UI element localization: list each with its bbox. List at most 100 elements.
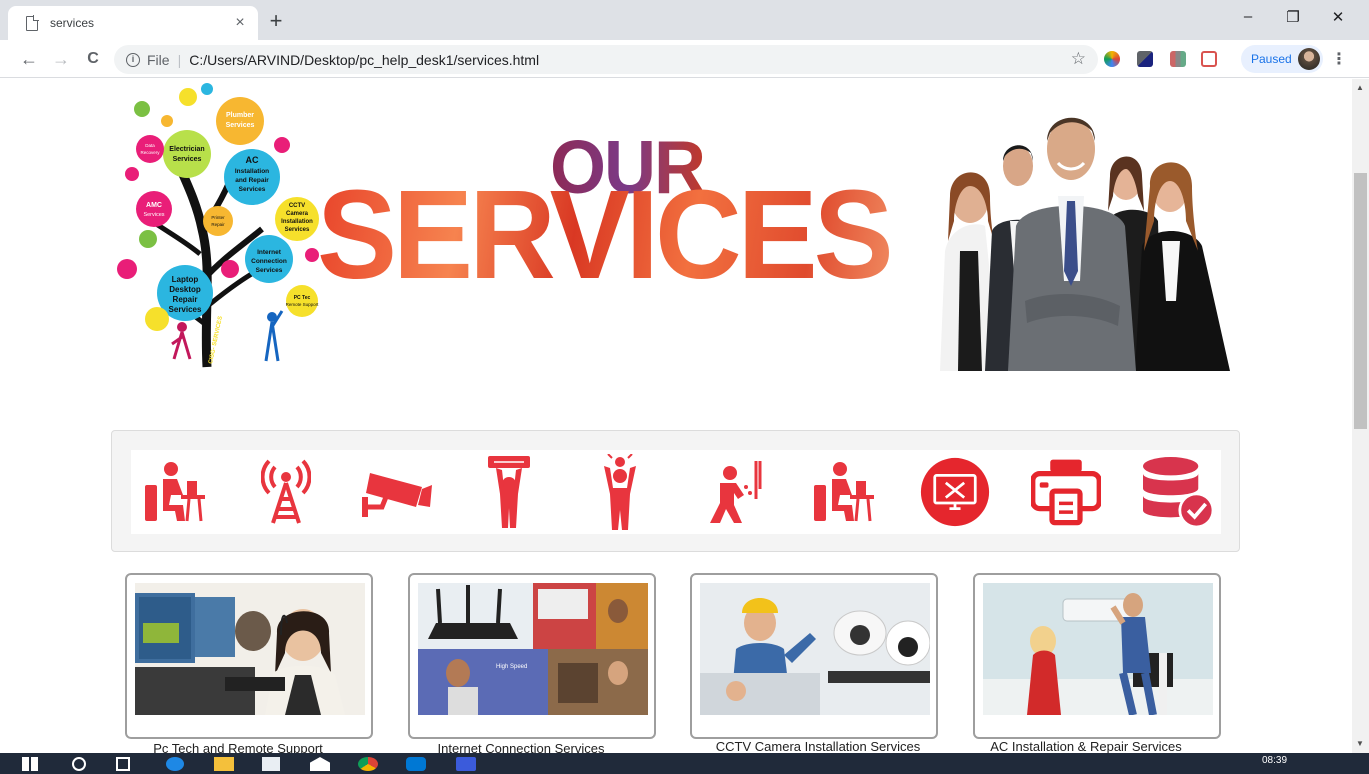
svg-text:Remote Support: Remote Support [286, 302, 320, 307]
desk-worker-icon[interactable] [808, 452, 878, 532]
task-view-icon[interactable] [116, 757, 130, 771]
svg-text:Services: Services [256, 267, 283, 274]
mail-icon[interactable] [310, 757, 330, 771]
card-label-pc-tech: Pc Tech and Remote Support [153, 741, 323, 753]
page-icon [26, 15, 39, 31]
svg-text:Services: Services [285, 227, 310, 233]
service-icon-strip [131, 450, 1221, 534]
scroll-up-icon[interactable]: ▲ [1356, 83, 1364, 92]
svg-text:Desktop: Desktop [169, 285, 201, 294]
svg-text:Services: Services [173, 156, 202, 163]
service-icon-panel [111, 430, 1240, 552]
info-icon[interactable]: i [126, 52, 140, 67]
database-check-icon[interactable] [1142, 452, 1213, 532]
forward-button[interactable]: → [50, 48, 72, 70]
svg-text:Recovery: Recovery [140, 150, 160, 155]
profile-status: Paused [1251, 52, 1292, 66]
extension-eyedropper-icon[interactable] [1137, 51, 1153, 67]
card-label-internet: Internet Connection Services [437, 741, 605, 753]
avatar [1298, 48, 1320, 70]
card-label-ac: AC Installation & Repair Services [990, 739, 1182, 753]
electrician-icon[interactable] [585, 452, 655, 532]
svg-text:Installation: Installation [235, 168, 269, 175]
menu-icon[interactable]: ⋮ [1331, 49, 1347, 69]
profile-button[interactable]: Paused [1241, 45, 1323, 73]
scroll-down-icon[interactable]: ▼ [1356, 739, 1364, 748]
address-bar[interactable]: i File | C:/Users/ARVIND/Desktop/pc_help… [114, 45, 1098, 74]
antenna-tower-icon[interactable] [251, 452, 321, 532]
skype-icon[interactable] [406, 757, 426, 771]
tab-bar: services × + – ❐ ✕ [0, 0, 1369, 40]
svg-text:Services: Services [169, 305, 202, 314]
minimize-button[interactable]: – [1236, 8, 1260, 25]
svg-text:Laptop: Laptop [172, 275, 199, 284]
search-icon[interactable] [72, 757, 86, 771]
svg-text:Installation: Installation [281, 219, 313, 225]
svg-text:Printer: Printer [211, 215, 225, 220]
desk-worker-icon[interactable] [139, 452, 209, 532]
business-team-photo [940, 117, 1230, 371]
svg-text:Connection: Connection [251, 258, 287, 265]
svg-text:CCTV: CCTV [289, 203, 305, 209]
omnibox-separator: | [177, 51, 182, 68]
svg-text:Electrician: Electrician [169, 146, 204, 153]
svg-text:Plumber: Plumber [226, 112, 254, 119]
card-ac[interactable] [973, 573, 1221, 739]
edge-icon[interactable] [166, 757, 184, 771]
page-scrollbar[interactable]: ▲ ▼ [1352, 79, 1369, 753]
scheme-label: File [147, 51, 170, 68]
close-window-button[interactable]: ✕ [1326, 8, 1350, 26]
svg-text:Repair: Repair [211, 222, 225, 227]
svg-text:Internet: Internet [257, 249, 282, 256]
svg-text:Services: Services [226, 122, 255, 129]
app-icon[interactable] [456, 757, 476, 771]
plumber-icon[interactable] [697, 452, 767, 532]
printer-icon[interactable] [1031, 452, 1102, 532]
extension-calendar-icon[interactable] [1201, 51, 1217, 67]
url-text[interactable]: C:/Users/ARVIND/Desktop/pc_help_desk1/se… [189, 52, 539, 68]
card-image-pc-tech [135, 583, 365, 715]
svg-text:and Repair: and Repair [235, 177, 269, 184]
taskbar-clock[interactable]: 08:39 [1262, 755, 1287, 766]
extension-color-icon[interactable] [1104, 51, 1120, 67]
restore-button[interactable]: ❐ [1281, 8, 1305, 26]
svg-text:AC: AC [246, 155, 259, 165]
tab-close-icon[interactable]: × [232, 14, 248, 32]
card-image-internet: High Speed [418, 583, 648, 715]
svg-text:Repair: Repair [173, 295, 198, 304]
service-tree-illustration: Electrician Services Plumber Services AC… [117, 83, 320, 368]
tab-title: services [50, 16, 95, 30]
svg-text:Data: Data [145, 143, 155, 148]
svg-text:High Speed: High Speed [496, 664, 527, 670]
svg-text:PC Tec: PC Tec [294, 295, 311, 301]
windows-taskbar: 08:39 [0, 753, 1369, 774]
scroll-thumb[interactable] [1354, 173, 1367, 429]
windows-start-icon[interactable] [22, 757, 38, 771]
svg-text:Services: Services [143, 212, 164, 218]
cctv-camera-icon[interactable] [362, 452, 433, 532]
svg-text:Camera: Camera [286, 211, 309, 217]
card-internet[interactable]: High Speed [408, 573, 656, 739]
monitor-tools-icon[interactable] [920, 452, 990, 532]
store-icon[interactable] [262, 757, 280, 771]
card-label-cctv: CCTV Camera Installation Services [715, 739, 921, 753]
headline-services: SERVICES [317, 164, 894, 306]
ac-repair-icon[interactable] [474, 452, 544, 532]
services-banner: Electrician Services Plumber Services AC… [112, 79, 1242, 379]
browser-toolbar: ← → C i File | C:/Users/ARVIND/Desktop/p… [0, 40, 1369, 78]
card-image-ac [983, 583, 1213, 715]
svg-text:AMC: AMC [146, 202, 162, 209]
bookmark-star-icon[interactable]: ☆ [1071, 49, 1086, 69]
reload-button[interactable]: C [82, 48, 104, 70]
file-explorer-icon[interactable] [214, 757, 234, 771]
page-viewport: Electrician Services Plumber Services AC… [0, 79, 1352, 753]
card-cctv[interactable] [690, 573, 938, 739]
extension-stats-icon[interactable] [1170, 51, 1186, 67]
tab-services[interactable]: services × [8, 6, 258, 40]
new-tab-button[interactable]: + [264, 9, 288, 33]
svg-text:Services: Services [239, 186, 266, 193]
back-button[interactable]: ← [18, 48, 40, 70]
chrome-icon[interactable] [358, 757, 378, 771]
card-pc-tech[interactable] [125, 573, 373, 739]
card-image-cctv [700, 583, 930, 715]
